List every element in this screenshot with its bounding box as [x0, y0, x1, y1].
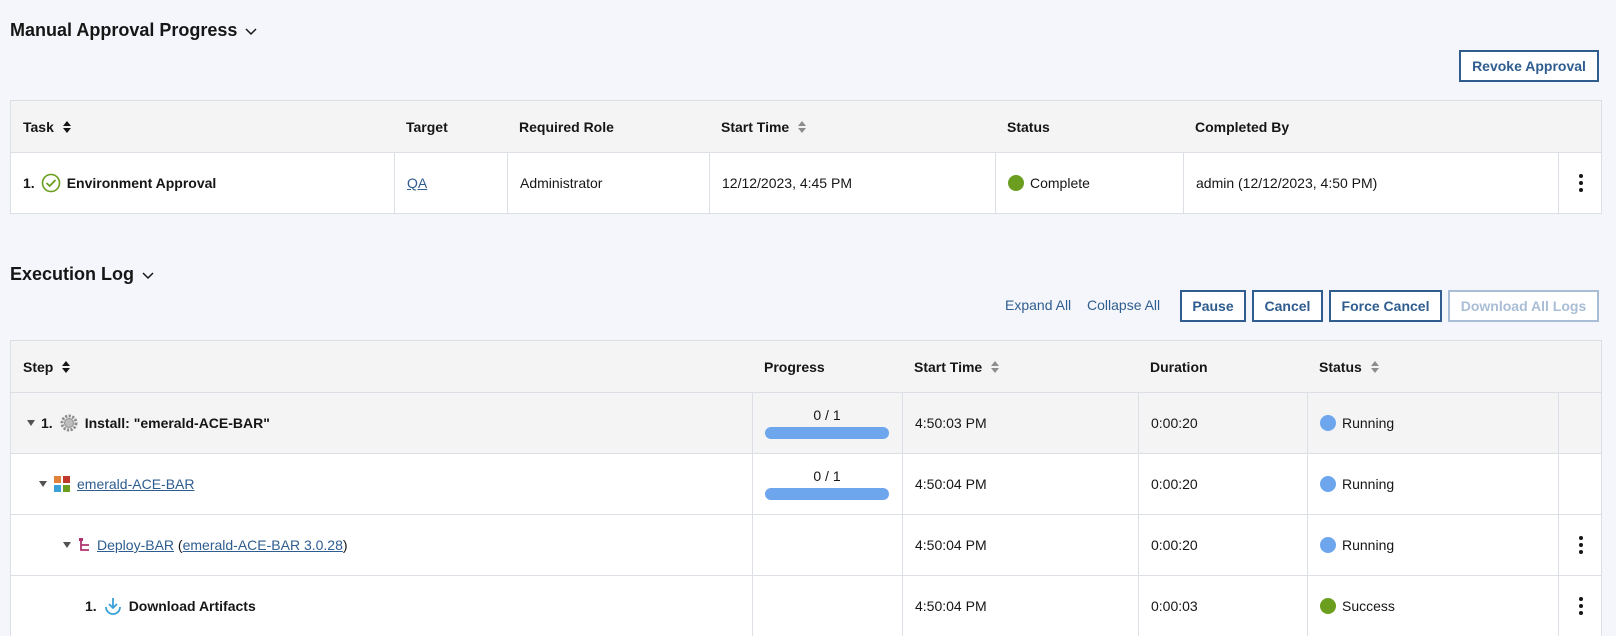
- progress-text: 0 / 1: [813, 468, 841, 484]
- sort-icon: [62, 360, 71, 373]
- table-row: emerald-ACE-BAR 0 / 1 4:50:04 PM 0:00:20…: [11, 453, 1601, 514]
- status-cell: Success: [1307, 576, 1558, 636]
- approval-section-title[interactable]: Manual Approval Progress: [10, 20, 257, 41]
- approval-title: Manual Approval Progress: [10, 20, 238, 40]
- sort-icon: [1370, 360, 1379, 373]
- overflow-menu-icon[interactable]: [1578, 174, 1583, 192]
- row-actions[interactable]: [1558, 576, 1602, 636]
- row-actions: [1558, 393, 1602, 453]
- start-time-cell: 12/12/2023, 4:45 PM: [709, 153, 995, 213]
- expand-toggle-icon[interactable]: [27, 420, 35, 426]
- sort-icon: [62, 120, 71, 133]
- step-name: Download Artifacts: [128, 598, 256, 614]
- process-icon: [79, 538, 89, 551]
- start-time-cell: 4:50:04 PM: [902, 515, 1138, 575]
- progress-cell: [752, 576, 902, 636]
- start-time-cell: 4:50:04 PM: [902, 576, 1138, 636]
- duration-cell: 0:00:20: [1138, 393, 1307, 453]
- download-all-logs-button[interactable]: Download All Logs: [1448, 290, 1599, 322]
- table-header-row: Task Target Required Role Start Time Sta…: [11, 101, 1601, 152]
- column-header-role: Required Role: [519, 118, 614, 135]
- log-section-title[interactable]: Execution Log: [10, 264, 154, 285]
- target-link[interactable]: QA: [407, 175, 427, 191]
- column-header-status: Status: [1007, 118, 1050, 135]
- step-cell: 1. Install: "emerald-ACE-BAR": [11, 393, 752, 453]
- progress-bar: [765, 488, 889, 500]
- gear-icon: [60, 414, 78, 432]
- status-cell: Running: [1307, 454, 1558, 514]
- status-cell: Running: [1307, 393, 1558, 453]
- pause-button[interactable]: Pause: [1180, 290, 1246, 322]
- progress-cell: 0 / 1: [752, 454, 902, 514]
- execution-log-table: Step Progress Start Time Duration Status…: [10, 340, 1602, 636]
- status-dot: [1008, 175, 1024, 191]
- column-header-progress: Progress: [764, 358, 825, 375]
- role-cell: Administrator: [507, 153, 709, 213]
- progress-indicator: 0 / 1: [765, 407, 889, 439]
- duration-cell: 0:00:20: [1138, 515, 1307, 575]
- step-cell: 1. Download Artifacts: [85, 598, 256, 615]
- progress-text: 0 / 1: [813, 407, 841, 423]
- column-header-start-time[interactable]: Start Time: [709, 101, 995, 152]
- column-header-completed-by: Completed By: [1195, 118, 1290, 135]
- status-dot: [1320, 598, 1336, 614]
- chevron-down-icon: [142, 271, 154, 279]
- progress-cell: [752, 515, 902, 575]
- row-actions: [1558, 454, 1602, 514]
- column-header-step[interactable]: Step: [11, 341, 752, 392]
- chevron-down-icon: [245, 27, 257, 35]
- status-dot: [1320, 476, 1336, 492]
- status-dot: [1320, 415, 1336, 431]
- status-cell: Complete: [995, 153, 1183, 213]
- force-cancel-button[interactable]: Force Cancel: [1329, 290, 1442, 322]
- duration-cell: 0:00:20: [1138, 454, 1307, 514]
- progress-bar: [765, 427, 889, 439]
- column-header-task[interactable]: Task: [11, 101, 394, 152]
- revoke-approval-button[interactable]: Revoke Approval: [1459, 50, 1599, 82]
- progress-indicator: 0 / 1: [765, 468, 889, 500]
- step-cell: emerald-ACE-BAR: [11, 454, 752, 514]
- target-cell: QA: [394, 153, 507, 213]
- start-time-cell: 4:50:03 PM: [902, 393, 1138, 453]
- completed-by-cell: admin (12/12/2023, 4:50 PM): [1183, 153, 1558, 213]
- collapse-all-link[interactable]: Collapse All: [1087, 297, 1160, 313]
- column-header-duration: Duration: [1150, 358, 1208, 375]
- row-actions[interactable]: [1558, 515, 1602, 575]
- expand-toggle-icon[interactable]: [63, 542, 71, 548]
- column-header-target: Target: [406, 118, 448, 135]
- check-circle-icon: [41, 173, 60, 193]
- sort-icon: [991, 360, 1000, 373]
- table-header-row: Step Progress Start Time Duration Status: [11, 341, 1601, 392]
- step-cell: Deploy-BAR (emerald-ACE-BAR 3.0.28): [11, 515, 752, 575]
- table-row: 1. Environment Approval QA Administrator…: [11, 152, 1601, 213]
- task-cell: 1. Environment Approval: [23, 173, 217, 193]
- status-cell: Running: [1307, 515, 1558, 575]
- log-title: Execution Log: [10, 264, 135, 284]
- version-link[interactable]: emerald-ACE-BAR 3.0.28: [183, 537, 343, 553]
- step-name: Install: "emerald-ACE-BAR": [84, 415, 270, 431]
- expand-all-link[interactable]: Expand All: [1005, 297, 1071, 313]
- progress-cell: 0 / 1: [752, 393, 902, 453]
- row-actions[interactable]: [1558, 153, 1602, 213]
- sort-icon: [798, 120, 807, 133]
- column-header-status[interactable]: Status: [1307, 341, 1558, 392]
- table-row: 1. Download Artifacts 4:50:04 PM 0:00:03…: [11, 575, 1601, 636]
- expand-toggle-icon[interactable]: [39, 481, 47, 487]
- process-link[interactable]: Deploy-BAR: [97, 537, 174, 553]
- duration-cell: 0:00:03: [1138, 576, 1307, 636]
- start-time-cell: 4:50:04 PM: [902, 454, 1138, 514]
- column-header-start-time[interactable]: Start Time: [902, 341, 1138, 392]
- table-row: 1. Install: "emerald-ACE-BAR" 0 / 1 4:50…: [11, 392, 1601, 453]
- status-dot: [1320, 537, 1336, 553]
- cancel-button[interactable]: Cancel: [1252, 290, 1323, 322]
- table-row: Deploy-BAR (emerald-ACE-BAR 3.0.28) 4:50…: [11, 514, 1601, 575]
- overflow-menu-icon[interactable]: [1578, 536, 1583, 554]
- download-icon: [104, 598, 121, 615]
- approval-table: Task Target Required Role Start Time Sta…: [10, 100, 1602, 214]
- task-name: Environment Approval: [66, 175, 217, 191]
- component-icon: [54, 476, 70, 492]
- overflow-menu-icon[interactable]: [1578, 597, 1583, 615]
- component-link[interactable]: emerald-ACE-BAR: [77, 476, 194, 492]
